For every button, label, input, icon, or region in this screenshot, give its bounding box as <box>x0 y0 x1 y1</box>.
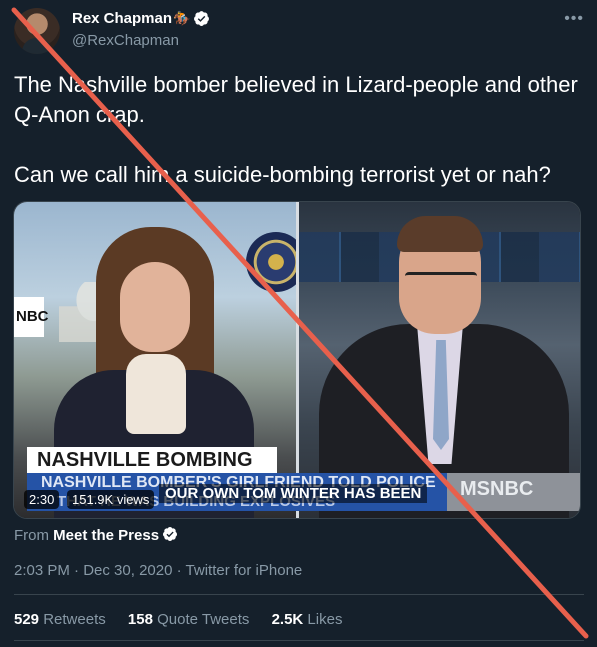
tweet-text: The Nashville bomber believed in Lizard-… <box>14 72 578 187</box>
tweet-date[interactable]: Dec 30, 2020 <box>83 562 172 579</box>
retweets-count: 529 <box>14 611 40 628</box>
divider <box>14 594 584 595</box>
meta-separator: · <box>176 562 182 579</box>
closed-caption: OUR OWN TOM WINTER HAS BEEN <box>159 484 428 503</box>
meta-separator: · <box>74 562 80 579</box>
msnbc-logo: MSNBC <box>460 478 534 500</box>
source-prefix: From <box>14 527 49 544</box>
source-name-link[interactable]: Meet the Press <box>53 527 159 544</box>
anchor-top <box>126 354 186 434</box>
likes-label: Likes <box>307 611 343 628</box>
video-right-panel <box>299 202 580 518</box>
display-name[interactable]: Rex Chapman <box>72 10 172 27</box>
quote-tweets-label: Quote Tweets <box>157 611 250 628</box>
nbc-wall-sign: NBC <box>14 297 49 337</box>
video-source: From Meet the Press <box>14 526 178 544</box>
retweets-label: Retweets <box>43 611 106 628</box>
tweet: Rex Chapman🏇 @RexChapman ••• The Nashvil… <box>0 0 597 647</box>
video-views-badge: 151.9K views <box>67 490 155 509</box>
quote-tweets-stat[interactable]: 158 Quote Tweets <box>128 611 249 628</box>
retweets-stat[interactable]: 529 Retweets <box>14 611 106 628</box>
avatar[interactable] <box>14 8 60 54</box>
verified-badge-icon <box>163 527 178 541</box>
correspondent-hair <box>397 216 483 252</box>
more-options-icon[interactable]: ••• <box>564 10 584 28</box>
horse-racing-icon: 🏇 <box>173 10 191 27</box>
embedded-video[interactable]: NBC NASHVILLE BOMBING NASHVILLE BOMBER'S… <box>13 201 581 519</box>
engagement-stats: 529 Retweets 158 Quote Tweets 2.5K Likes <box>14 611 360 628</box>
tweet-header: Rex Chapman🏇 @RexChapman ••• <box>14 8 584 54</box>
likes-count: 2.5K <box>271 611 304 628</box>
fbi-seal-image <box>246 232 296 292</box>
divider <box>14 640 584 641</box>
tweet-client[interactable]: Twitter for iPhone <box>186 562 303 579</box>
handle[interactable]: @RexChapman <box>72 32 210 49</box>
video-duration-badge: 2:30 <box>24 490 60 509</box>
lower-third-title: NASHVILLE BOMBING <box>27 447 277 473</box>
quote-tweets-count: 158 <box>127 611 153 628</box>
likes-stat[interactable]: 2.5K Likes <box>272 611 343 628</box>
tweet-meta: 2:03 PM · Dec 30, 2020 · Twitter for iPh… <box>14 562 302 579</box>
anchor-face <box>120 262 190 352</box>
tweet-time[interactable]: 2:03 PM <box>14 562 70 579</box>
verified-badge-icon <box>194 11 210 27</box>
correspondent-glasses <box>405 272 477 292</box>
author-names[interactable]: Rex Chapman🏇 @RexChapman <box>72 10 210 49</box>
